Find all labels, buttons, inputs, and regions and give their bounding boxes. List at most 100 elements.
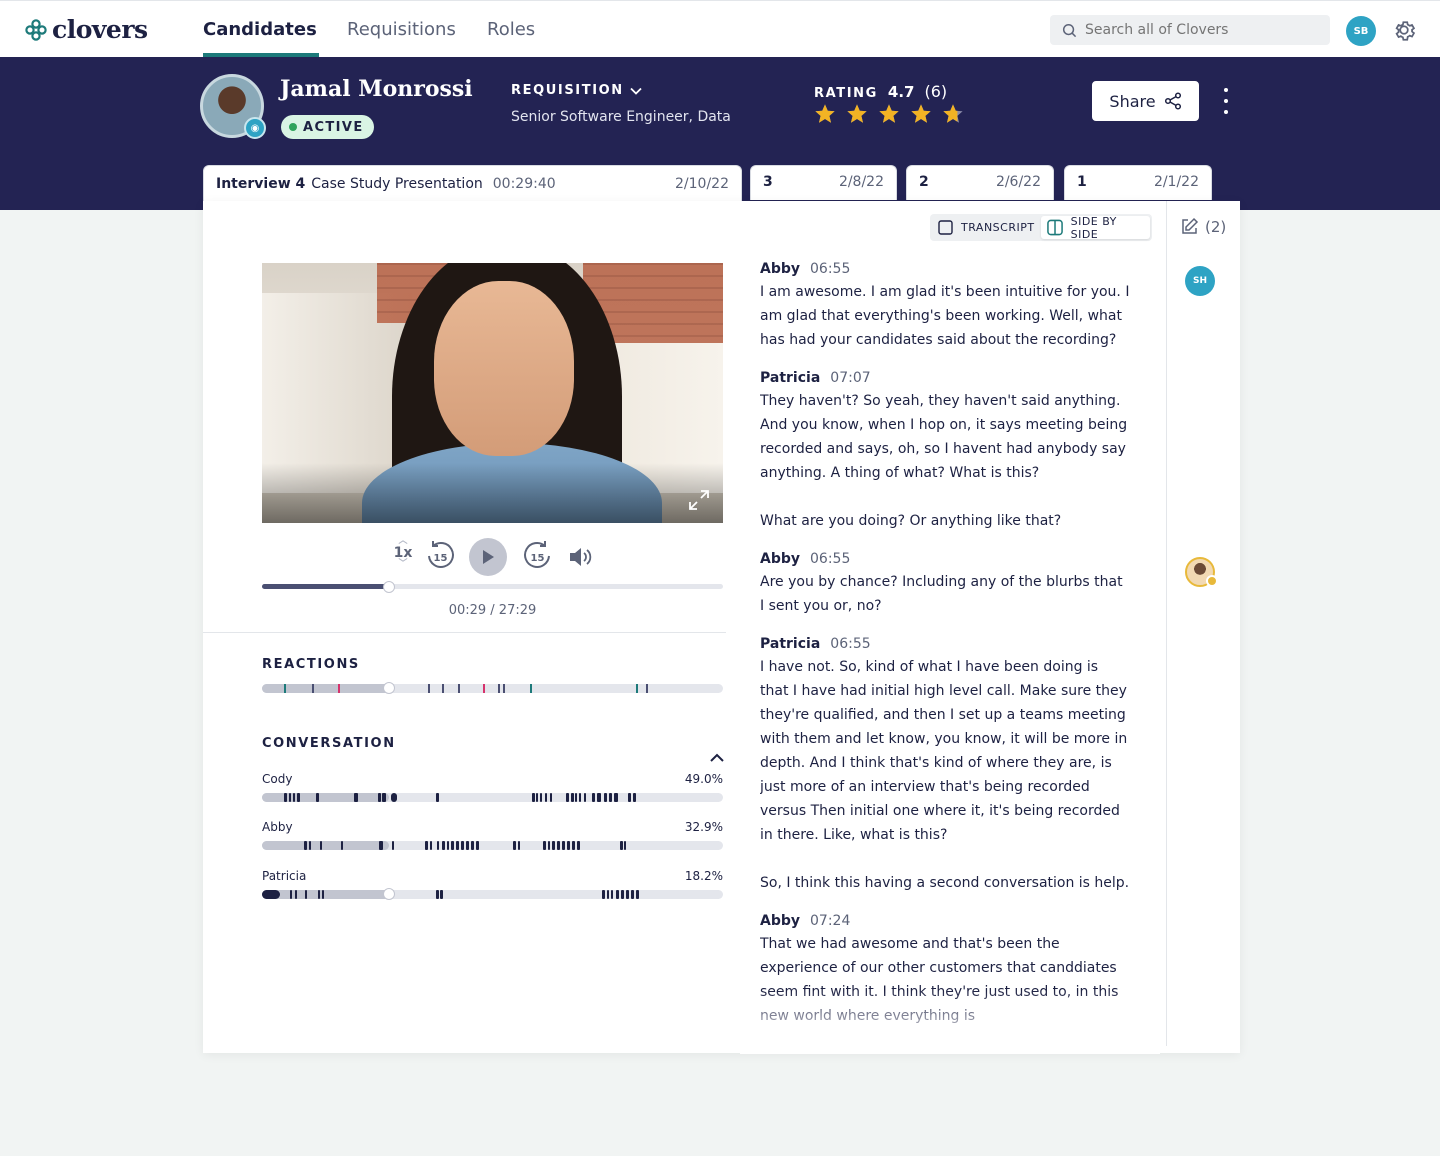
speaker-segment[interactable] [567, 841, 570, 850]
tab-interview-2[interactable]: 2 2/6/22 [906, 165, 1054, 200]
transcript-entry[interactable]: Abby 06:55 I am awesome. I am glad it's be… [760, 261, 1130, 352]
reaction-marker[interactable] [483, 684, 485, 693]
transcript-panel[interactable]: Abby 06:55 I am awesome. I am glad it's be… [760, 261, 1130, 1053]
clovers-logo[interactable]: clovers [24, 15, 148, 44]
transcript-entry[interactable]: Abby 07:24 That we had awesome and that's … [760, 913, 1130, 1028]
speaker-segment[interactable] [425, 841, 428, 850]
transcript-timestamp[interactable]: 06:55 [810, 261, 850, 277]
speaker-segment[interactable] [575, 793, 577, 802]
progress-scrubber[interactable] [382, 581, 395, 593]
speaker-segment[interactable] [609, 793, 612, 802]
speaker-segment[interactable] [442, 841, 445, 850]
chevron-up-icon[interactable] [709, 752, 725, 764]
speaker-segment[interactable] [322, 890, 324, 899]
transcript-entry[interactable]: Patricia 06:55 I have not. So, kind of wha… [760, 636, 1130, 895]
speaker-segment[interactable] [309, 841, 311, 850]
reaction-marker[interactable] [284, 684, 286, 693]
speaker-segment[interactable] [550, 793, 552, 802]
speaker-segment[interactable] [461, 841, 464, 850]
speaker-segment[interactable] [379, 841, 383, 850]
reaction-marker[interactable] [442, 684, 444, 693]
transcript-entry[interactable]: Patricia 07:07 They haven't? So yeah, they… [760, 370, 1130, 533]
reaction-marker[interactable] [530, 684, 532, 693]
tab-interview-4[interactable]: Interview 4 Case Study Presentation 00:2… [203, 165, 742, 201]
speaker-segment[interactable] [597, 793, 601, 802]
speaker-segment[interactable] [602, 890, 605, 899]
reactions-timeline[interactable] [262, 684, 723, 693]
speaker-segment[interactable] [378, 793, 381, 802]
volume-icon[interactable] [568, 546, 594, 568]
speaker-segment[interactable] [316, 793, 319, 802]
speaker-segment[interactable] [436, 890, 439, 899]
speaker-segment[interactable] [584, 793, 586, 802]
nav-tab-requisitions[interactable]: Requisitions [347, 19, 456, 40]
chevron-down-icon[interactable]: ﹀ [398, 560, 407, 569]
speaker-segment[interactable] [614, 793, 618, 802]
speaker-segment[interactable] [354, 793, 358, 802]
reaction-marker[interactable] [503, 684, 505, 693]
speaker-segment[interactable] [341, 841, 343, 850]
speaker-segment[interactable] [451, 841, 454, 850]
speaker-segment[interactable] [532, 793, 535, 802]
reactions-scrubber[interactable] [382, 682, 395, 694]
user-avatar[interactable]: SB [1346, 16, 1376, 46]
reaction-marker[interactable] [458, 684, 460, 693]
speaker-timeline-abby[interactable] [262, 841, 723, 850]
speaker-segment[interactable] [293, 793, 295, 802]
speaker-timeline-cody[interactable] [262, 793, 723, 802]
play-button[interactable] [469, 538, 507, 576]
forward-15-icon[interactable]: 15 [523, 540, 553, 572]
speaker-segment[interactable] [391, 793, 397, 802]
speaker-segment[interactable] [631, 890, 634, 899]
transcript-timestamp[interactable]: 06:55 [810, 551, 850, 567]
reaction-marker[interactable] [636, 684, 638, 693]
speaker-segment[interactable] [611, 890, 613, 899]
reaction-marker[interactable] [498, 684, 500, 693]
transcript-view-option[interactable]: TRANSCRIPT [932, 216, 1041, 239]
reviewer-avatar[interactable]: SH [1185, 266, 1215, 296]
speaker-segment[interactable] [545, 793, 547, 802]
speaker-segment[interactable] [304, 841, 307, 850]
speaker-segment[interactable] [318, 890, 320, 899]
speaker-segment[interactable] [572, 841, 575, 850]
transcript-timestamp[interactable]: 07:24 [810, 913, 850, 929]
speaker-segment[interactable] [295, 890, 297, 899]
notes-button[interactable]: (2) [1180, 217, 1226, 236]
speaker-segment[interactable] [577, 841, 580, 850]
more-options-icon[interactable] [1216, 88, 1236, 114]
speaker-segment[interactable] [562, 841, 565, 850]
fullscreen-icon[interactable] [688, 489, 710, 511]
video-player[interactable] [262, 263, 723, 523]
speaker-segment[interactable] [536, 793, 538, 802]
speaker-segment[interactable] [566, 793, 569, 802]
speaker-segment[interactable] [436, 793, 439, 802]
speaker-segment[interactable] [543, 841, 546, 850]
side-by-side-view-option[interactable]: SIDE BY SIDE [1040, 215, 1150, 241]
speaker-segment[interactable] [571, 793, 574, 802]
speaker-segment[interactable] [607, 890, 609, 899]
reaction-marker[interactable] [312, 684, 314, 693]
speaker-segment[interactable] [621, 890, 624, 899]
search-input[interactable] [1085, 22, 1305, 38]
speaker-segment[interactable] [440, 890, 443, 899]
speaker-segment[interactable] [552, 841, 555, 850]
speaker-segment[interactable] [320, 841, 322, 850]
speaker-segment[interactable] [548, 841, 550, 850]
speaker-segment[interactable] [540, 793, 542, 802]
speaker-segment[interactable] [382, 793, 386, 802]
speaker-segment[interactable] [290, 890, 292, 899]
tab-interview-1[interactable]: 1 2/1/22 [1064, 165, 1212, 200]
speaker-segment[interactable] [392, 841, 394, 850]
speaker-segment[interactable] [518, 841, 520, 850]
speaker-segment[interactable] [262, 890, 280, 899]
transcript-timestamp[interactable]: 06:55 [830, 636, 870, 652]
speaker-segment[interactable] [284, 793, 287, 802]
speaker-segment[interactable] [471, 841, 474, 850]
speaker-segment[interactable] [513, 841, 516, 850]
playback-speed[interactable]: ︿ 1x ﹀ [393, 537, 413, 569]
nav-tab-candidates[interactable]: Candidates [203, 19, 317, 40]
reaction-marker[interactable] [338, 684, 340, 693]
speaker-segment[interactable] [604, 793, 607, 802]
requisition-dropdown[interactable]: REQUISITION [511, 83, 642, 98]
reaction-marker[interactable] [646, 684, 648, 693]
